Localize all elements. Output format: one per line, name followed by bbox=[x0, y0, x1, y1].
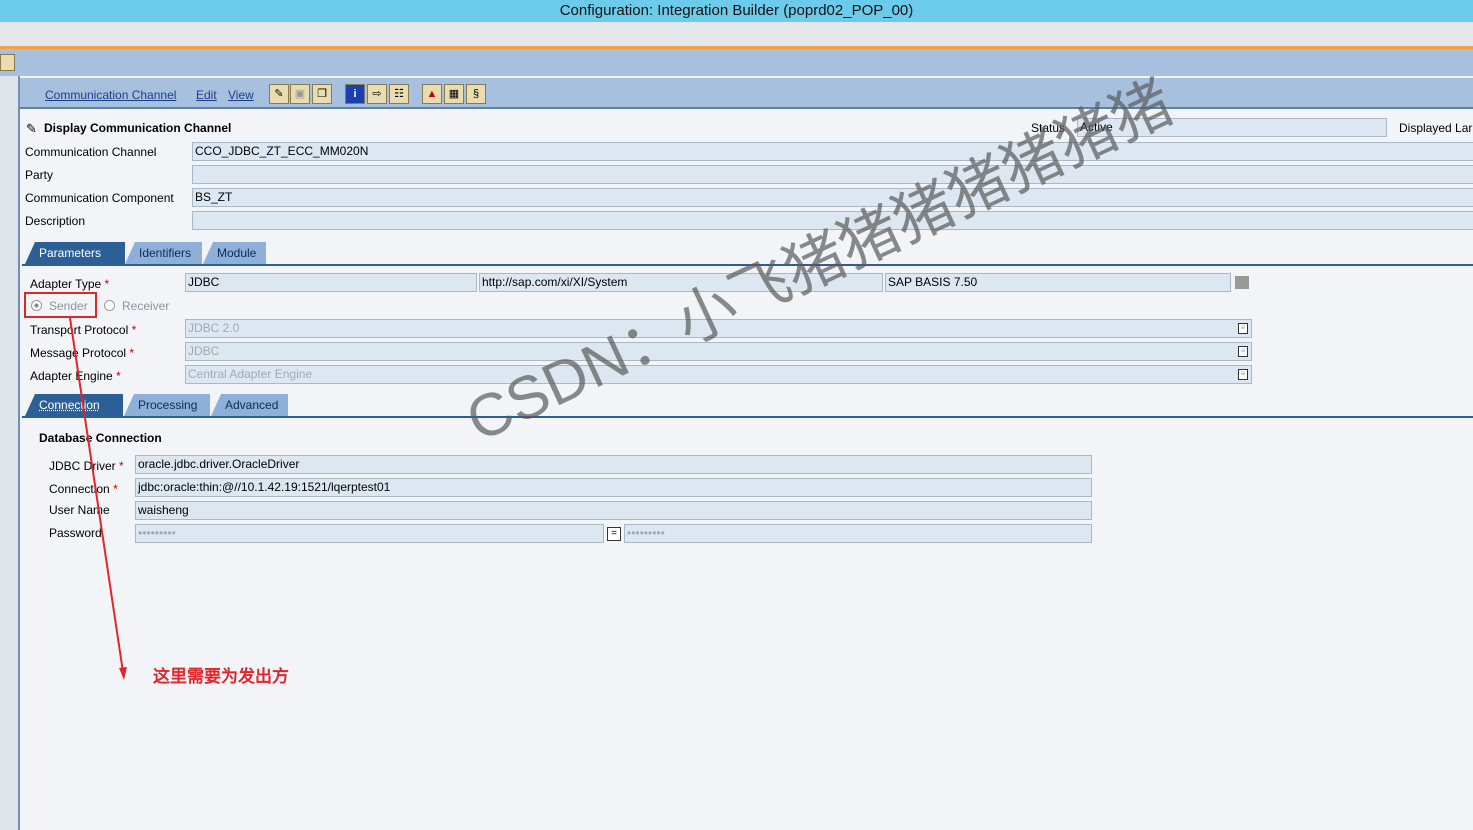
annotation-note: 这里需要为发出方 bbox=[153, 667, 289, 686]
annotation-arrow bbox=[69, 317, 127, 680]
